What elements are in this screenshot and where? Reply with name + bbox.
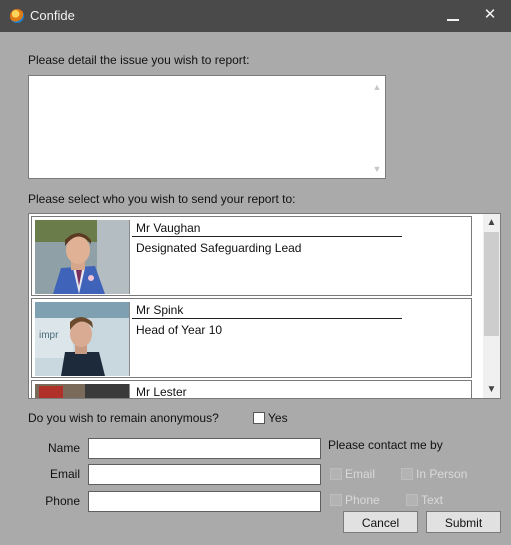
phone-label: Phone xyxy=(45,494,80,508)
close-button[interactable]: ✕ xyxy=(480,5,500,25)
recipient-name: Mr Lester xyxy=(136,385,187,399)
contact-text-label: Text xyxy=(421,493,444,507)
name-field[interactable] xyxy=(88,438,321,459)
cancel-button[interactable]: Cancel xyxy=(343,511,418,533)
issue-label: Please detail the issue you wish to repo… xyxy=(28,53,250,67)
recipient-name: Mr Vaughan xyxy=(136,221,201,235)
anonymous-checkbox[interactable] xyxy=(253,412,265,424)
recipient-name: Mr Spink xyxy=(136,303,184,317)
submit-button[interactable]: Submit xyxy=(426,511,501,533)
recipients-list[interactable]: Mr Vaughan Designated Safeguarding Lead … xyxy=(28,213,501,399)
chevron-up-icon: ▲ xyxy=(372,82,382,92)
close-icon: ✕ xyxy=(483,6,497,23)
recipient-divider xyxy=(132,236,402,237)
anonymous-option-label: Yes xyxy=(268,411,288,425)
confide-window: Confide ✕ Please detail the issue you wi… xyxy=(0,0,511,545)
svg-text:impr: impr xyxy=(39,330,59,341)
scrollbar-thumb[interactable] xyxy=(484,232,499,336)
recipient-card-lester[interactable]: Mr Lester xyxy=(31,380,472,399)
recipient-divider xyxy=(132,318,402,319)
recipients-label: Please select who you wish to send your … xyxy=(28,192,296,206)
minimize-button[interactable] xyxy=(446,7,460,23)
recipient-role: Designated Safeguarding Lead xyxy=(136,241,302,255)
title-bar: Confide ✕ xyxy=(0,0,511,32)
contact-phone-label: Phone xyxy=(345,493,380,507)
chevron-up-icon[interactable]: ▲ xyxy=(483,214,500,231)
recipients-scrollbar[interactable]: ▲ ▼ xyxy=(483,214,500,398)
email-label: Email xyxy=(49,467,80,481)
recipient-photo xyxy=(35,220,130,294)
contact-in-person-checkbox[interactable] xyxy=(401,468,413,480)
contact-phone-checkbox[interactable] xyxy=(330,494,342,506)
contact-label: Please contact me by xyxy=(328,438,443,452)
recipient-card-vaughan[interactable]: Mr Vaughan Designated Safeguarding Lead xyxy=(31,216,472,296)
window-title: Confide xyxy=(30,8,75,23)
confide-logo-icon xyxy=(10,9,24,23)
chevron-down-icon[interactable]: ▼ xyxy=(483,381,500,398)
recipient-photo: impr xyxy=(35,302,130,376)
issue-textarea-frame: ▲ ▼ xyxy=(28,75,386,179)
recipient-role: Head of Year 10 xyxy=(136,323,223,337)
contact-text-checkbox[interactable] xyxy=(406,494,418,506)
phone-field[interactable] xyxy=(88,491,321,512)
email-field[interactable] xyxy=(88,464,321,485)
anonymous-question: Do you wish to remain anonymous? xyxy=(28,411,219,425)
contact-email-label: Email xyxy=(345,467,376,481)
chevron-down-icon: ▼ xyxy=(372,164,382,174)
contact-in-person-label: In Person xyxy=(416,467,468,481)
issue-textarea[interactable] xyxy=(29,76,369,178)
recipient-photo xyxy=(35,384,130,398)
recipient-card-spink[interactable]: impr Mr Spink Head of Year 10 xyxy=(31,298,472,378)
name-label: Name xyxy=(47,441,80,455)
contact-email-checkbox[interactable] xyxy=(330,468,342,480)
